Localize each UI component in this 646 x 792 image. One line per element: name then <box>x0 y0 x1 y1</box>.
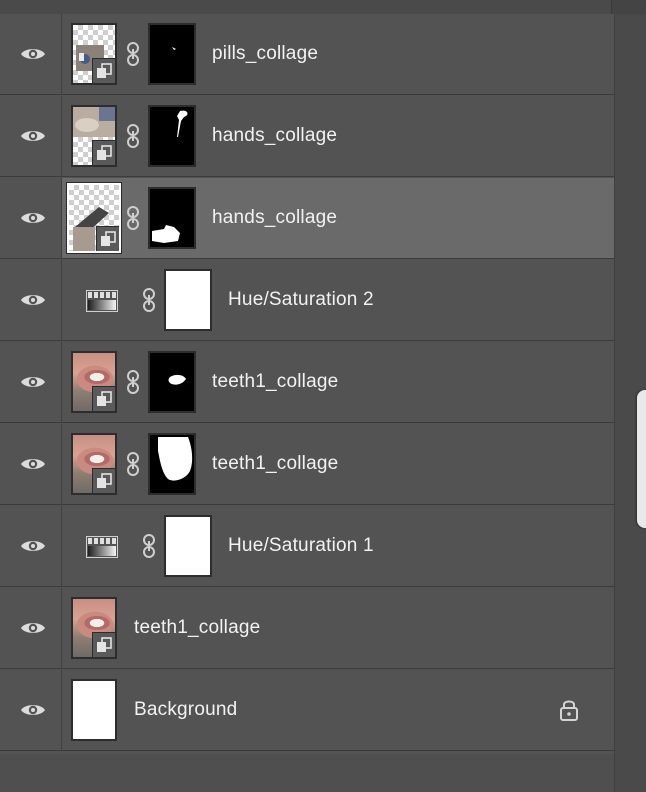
eye-icon[interactable] <box>20 46 46 62</box>
layer-row-teeth1-collage[interactable]: teeth1_collage <box>0 588 614 669</box>
layer-name[interactable]: Hue/Saturation 1 <box>228 535 374 557</box>
smart-object-badge-icon <box>96 226 119 251</box>
panel-top-edge <box>611 0 646 14</box>
layer-thumbnail[interactable] <box>71 105 117 167</box>
chain-link-icon[interactable] <box>126 370 140 394</box>
chain-link-icon[interactable] <box>126 42 140 66</box>
layer-mask-thumbnail[interactable] <box>148 187 196 249</box>
layer-name[interactable]: Background <box>134 699 237 721</box>
visibility-toggle[interactable] <box>0 14 62 94</box>
visibility-toggle[interactable] <box>0 342 62 422</box>
layer-thumbnail[interactable] <box>71 597 117 659</box>
panel-top-strip <box>0 0 646 15</box>
side-panel-handle[interactable] <box>637 390 646 528</box>
layer-mask-thumbnail[interactable] <box>148 23 196 85</box>
layer-thumbnail[interactable] <box>71 679 117 741</box>
layers-panel: pills_collage hands_collage hands_collag… <box>0 0 646 792</box>
layer-mask-thumbnail[interactable] <box>164 515 212 577</box>
visibility-toggle[interactable] <box>0 260 62 340</box>
layer-thumbnail[interactable] <box>71 351 117 413</box>
layer-row-hue-saturation-2[interactable]: Hue/Saturation 2 <box>0 260 614 341</box>
layer-name[interactable]: hands_collage <box>212 125 337 147</box>
eye-icon[interactable] <box>20 456 46 472</box>
layers-list: pills_collage hands_collage hands_collag… <box>0 14 614 754</box>
layer-row-teeth1-collage[interactable]: teeth1_collage <box>0 342 614 423</box>
smart-object-badge-icon <box>92 632 115 657</box>
layer-thumbnail[interactable] <box>66 182 122 254</box>
eye-icon[interactable] <box>20 374 46 390</box>
layer-row-pills-collage[interactable]: pills_collage <box>0 14 614 95</box>
lock-icon[interactable] <box>559 698 579 722</box>
layers-list-empty-area <box>0 754 614 792</box>
chain-link-icon[interactable] <box>126 124 140 148</box>
eye-icon[interactable] <box>20 538 46 554</box>
layer-name[interactable]: teeth1_collage <box>212 371 338 393</box>
eye-icon[interactable] <box>20 128 46 144</box>
visibility-toggle[interactable] <box>0 588 62 668</box>
chain-link-icon[interactable] <box>126 452 140 476</box>
layer-name[interactable]: Hue/Saturation 2 <box>228 289 374 311</box>
layer-thumbnail[interactable] <box>71 433 117 495</box>
layer-name[interactable]: teeth1_collage <box>212 453 338 475</box>
layer-mask-thumbnail[interactable] <box>164 269 212 331</box>
visibility-toggle[interactable] <box>0 670 62 750</box>
layer-row-hue-saturation-1[interactable]: Hue/Saturation 1 <box>0 506 614 587</box>
layer-row-teeth1-collage[interactable]: teeth1_collage <box>0 424 614 505</box>
layer-row-hands-collage-selected[interactable]: hands_collage <box>0 178 614 259</box>
layer-row-hands-collage[interactable]: hands_collage <box>0 96 614 177</box>
eye-icon[interactable] <box>20 620 46 636</box>
smart-object-badge-icon <box>92 386 115 411</box>
visibility-toggle[interactable] <box>0 424 62 504</box>
visibility-toggle[interactable] <box>0 178 62 258</box>
layer-row-background[interactable]: Background <box>0 670 614 751</box>
layer-mask-thumbnail[interactable] <box>148 351 196 413</box>
eye-icon[interactable] <box>20 702 46 718</box>
eye-icon[interactable] <box>20 210 46 226</box>
layer-name[interactable]: hands_collage <box>212 207 337 229</box>
smart-object-badge-icon <box>92 468 115 493</box>
layer-name[interactable]: pills_collage <box>212 43 318 65</box>
chain-link-icon[interactable] <box>142 534 156 558</box>
visibility-toggle[interactable] <box>0 506 62 586</box>
smart-object-badge-icon <box>92 140 115 165</box>
layer-mask-thumbnail[interactable] <box>148 105 196 167</box>
layer-mask-thumbnail[interactable] <box>148 433 196 495</box>
layer-name[interactable]: teeth1_collage <box>134 617 260 639</box>
layer-thumbnail[interactable] <box>71 23 117 85</box>
hue-saturation-adjustment-icon[interactable] <box>86 290 118 312</box>
hue-saturation-adjustment-icon[interactable] <box>86 536 118 558</box>
chain-link-icon[interactable] <box>142 288 156 312</box>
chain-link-icon[interactable] <box>126 206 140 230</box>
smart-object-badge-icon <box>92 58 115 83</box>
eye-icon[interactable] <box>20 292 46 308</box>
visibility-toggle[interactable] <box>0 96 62 176</box>
